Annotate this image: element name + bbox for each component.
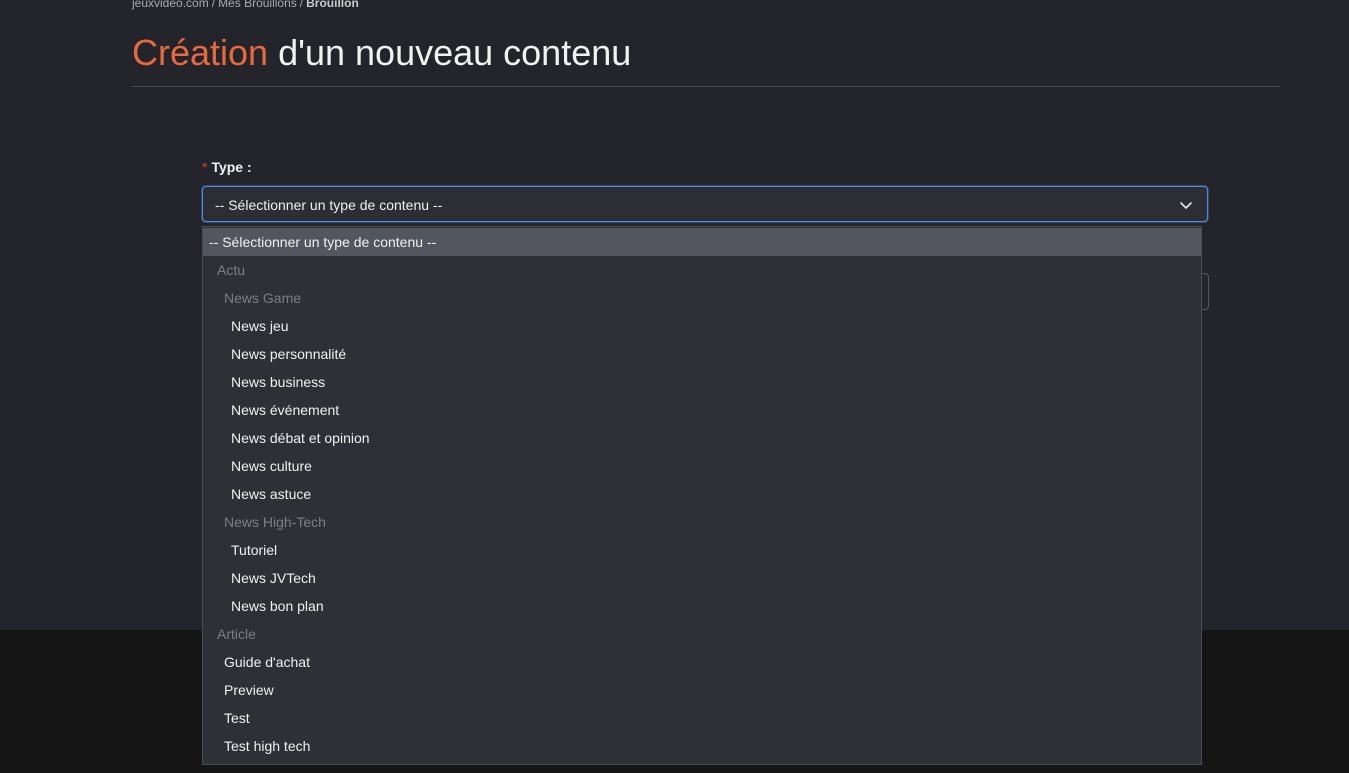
dropdown-group-article: Article (217, 626, 256, 642)
breadcrumb: jeuxvideo.com / Mes Brouillons / Brouillon (132, 0, 359, 11)
breadcrumb-separator: / (299, 0, 304, 10)
type-select[interactable]: -- Sélectionner un type de contenu -- (202, 186, 1208, 222)
dropdown-option-placeholder[interactable]: -- Sélectionner un type de contenu -- (203, 228, 1201, 256)
dropdown-option[interactable]: Preview (203, 676, 1201, 704)
type-field-label: * Type : (202, 158, 252, 176)
chevron-down-icon (1180, 202, 1192, 209)
breadcrumb-link-drafts[interactable]: Mes Brouillons (218, 0, 297, 10)
page-title-rest: d'un nouveau contenu (268, 32, 632, 73)
page-title-accent: Création (132, 32, 269, 73)
breadcrumb-current: Brouillon (306, 0, 359, 10)
dropdown-option[interactable]: News astuce (203, 480, 1201, 508)
type-select-value: -- Sélectionner un type de contenu -- (215, 197, 443, 213)
dropdown-group-news-game: News Game (224, 290, 302, 306)
dropdown-option[interactable]: News personnalité (203, 340, 1201, 368)
dropdown-option[interactable]: Tutoriel (203, 536, 1201, 564)
type-label-text: Type : (211, 159, 252, 175)
dropdown-group-news-high-tech: News High-Tech (224, 514, 326, 530)
dropdown-option[interactable]: Guide d'achat (203, 648, 1201, 676)
type-dropdown-list[interactable]: -- Sélectionner un type de contenu -- Ac… (202, 226, 1202, 765)
dropdown-option[interactable]: News JVTech (203, 564, 1201, 592)
dropdown-group-actu: Actu (217, 262, 246, 278)
dropdown-option[interactable]: News débat et opinion (203, 424, 1201, 452)
dropdown-option[interactable]: Test (203, 704, 1201, 732)
breadcrumb-link-home[interactable]: jeuxvideo.com (132, 0, 209, 10)
title-divider (132, 86, 1280, 87)
dropdown-option[interactable]: News business (203, 368, 1201, 396)
required-mark: * (202, 159, 208, 175)
dropdown-option[interactable]: Test high tech (203, 732, 1201, 760)
page-title: Création d'un nouveau contenu (132, 30, 631, 76)
dropdown-option[interactable]: News bon plan (203, 592, 1201, 620)
dropdown-option[interactable]: News culture (203, 452, 1201, 480)
dropdown-option[interactable]: News jeu (203, 312, 1201, 340)
page: jeuxvideo.com / Mes Brouillons / Brouillon C… (0, 0, 1349, 773)
dropdown-option[interactable]: News événement (203, 396, 1201, 424)
breadcrumb-separator: / (211, 0, 216, 10)
